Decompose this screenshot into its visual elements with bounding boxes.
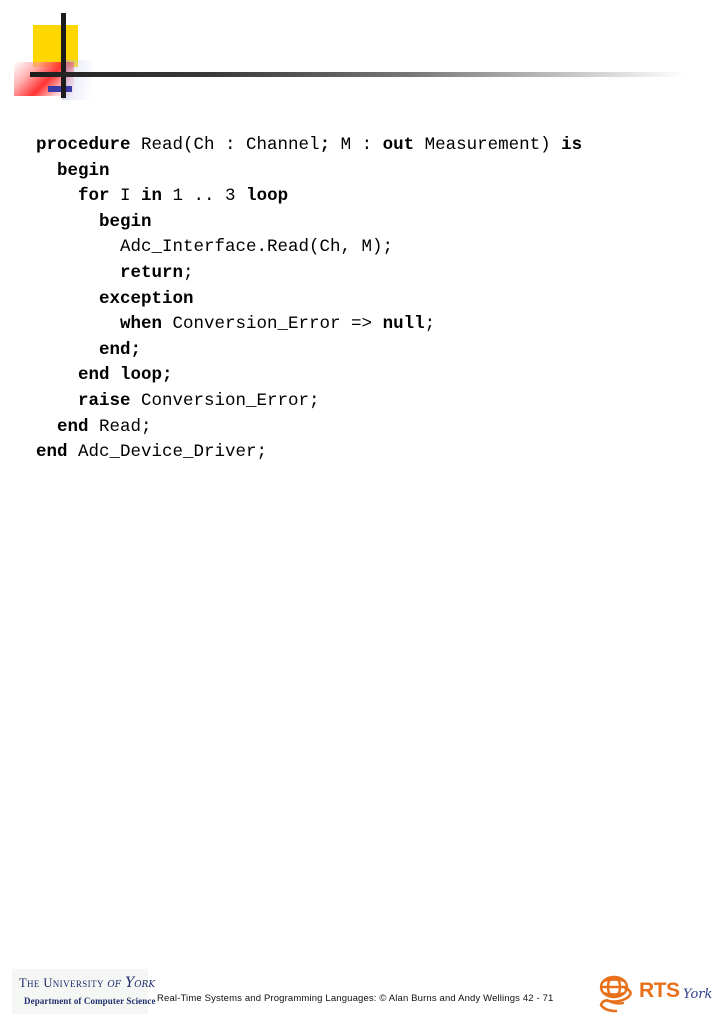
motif-blue-glow [62, 60, 92, 100]
code-line: procedure Read(Ch : Channel; M : out Mea… [36, 133, 696, 159]
code-identifier: Conversion_Error; [141, 390, 320, 411]
code-line: end Read; [36, 415, 696, 441]
code-line: return; [36, 261, 696, 287]
york-logo-department: Department of Computer Science [24, 996, 156, 1006]
code-identifier: Measurement) [424, 135, 562, 155]
code-line: for I in 1 .. 3 loop [36, 184, 696, 210]
code-keyword: raise [36, 390, 142, 411]
code-keyword: null [382, 314, 425, 335]
code-identifier: ; [424, 314, 436, 335]
code-identifier: Adc_Device_Driver; [78, 442, 268, 463]
code-line: end; [36, 338, 696, 364]
code-identifier: Read; [99, 416, 152, 437]
globe-icon [599, 975, 632, 1013]
code-identifier: Conversion_Error => [172, 314, 383, 335]
code-keyword: end [36, 442, 79, 463]
code-keyword: exception [36, 288, 194, 309]
code-identifier: Adc_Interface.Read(Ch, M); [36, 237, 394, 258]
code-keyword: when [36, 314, 173, 335]
code-keyword: for [36, 186, 121, 207]
code-keyword: end loop; [36, 365, 173, 386]
code-identifier: ; [183, 262, 194, 283]
motif-vertical-bar [61, 13, 66, 98]
code-line: end Adc_Device_Driver; [36, 440, 696, 466]
slide-footer: The University of York Department of Com… [0, 482, 720, 1014]
code-line: end loop; [36, 363, 696, 389]
york-logo-title-script: of York [107, 975, 156, 991]
motif-horizontal-bar [30, 72, 685, 77]
code-keyword: loop [246, 186, 289, 207]
university-of-york-logo: The University of York Department of Com… [12, 969, 155, 1014]
code-keyword: procedure [36, 135, 142, 155]
code-keyword: return [36, 262, 184, 283]
code-line: begin [36, 159, 696, 185]
york-logo-title: The University of York [19, 975, 155, 991]
footer-caption: Real-Time Systems and Programming Langua… [157, 993, 554, 1004]
code-keyword: ; [319, 135, 341, 155]
code-keyword: in [141, 186, 173, 207]
code-identifier: M : [340, 135, 383, 155]
code-listing: procedure Read(Ch : Channel; M : out Mea… [36, 133, 696, 466]
code-keyword: is [561, 135, 583, 155]
code-keyword: begin [36, 211, 152, 232]
rts-york-suffix: York [683, 987, 713, 1002]
york-logo-title-prefix: The University [19, 976, 108, 990]
code-identifier: I [120, 186, 142, 207]
code-line: Adc_Interface.Read(Ch, M); [36, 235, 696, 261]
rts-york-logo: RTS York [594, 969, 712, 1017]
code-line: exception [36, 287, 696, 313]
code-line: when Conversion_Error => null; [36, 312, 696, 338]
code-keyword: begin [36, 160, 110, 181]
motif-blue-rectangle [48, 86, 72, 92]
header-decoration [0, 0, 720, 115]
code-keyword: out [382, 135, 425, 155]
code-keyword: end [36, 416, 100, 437]
code-keyword: end; [36, 339, 142, 360]
code-line: begin [36, 210, 696, 236]
code-identifier: 1 .. 3 [172, 186, 247, 207]
code-line: raise Conversion_Error; [36, 389, 696, 415]
code-identifier: Read(Ch : Channel [141, 135, 320, 155]
rts-acronym: RTS [639, 979, 680, 1002]
